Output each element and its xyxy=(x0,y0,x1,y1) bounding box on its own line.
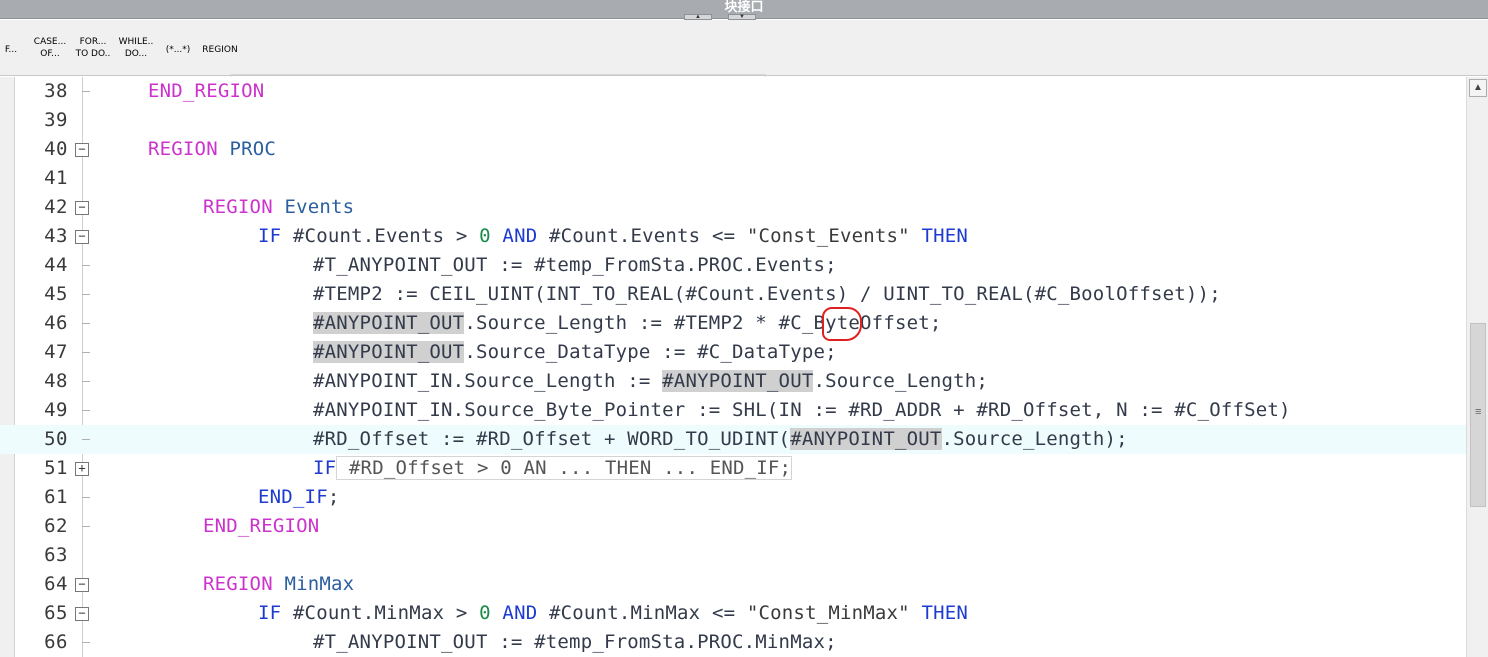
line-number: 65 xyxy=(44,602,68,624)
toolbar-button-comment[interactable]: (*...*) xyxy=(160,44,196,74)
code-line[interactable]: 66 #T_ANYPOINT_OUT := #temp_FromSta.PROC… xyxy=(0,628,1466,657)
code-editor[interactable]: 38 END_REGION 39 40 − REGION PROC 41 42 … xyxy=(0,77,1488,657)
code-text[interactable]: #TEMP2 := CEIL_UINT(INT_TO_REAL(#Count.E… xyxy=(313,283,1221,305)
line-number: 50 xyxy=(44,428,68,450)
code-line[interactable]: 47 #ANYPOINT_OUT.Source_DataType := #C_D… xyxy=(0,338,1466,367)
code-text[interactable]: IF #Count.MinMax > 0 AND #Count.MinMax <… xyxy=(258,602,968,624)
code-line[interactable]: 42 − REGION Events xyxy=(0,193,1466,222)
code-line[interactable]: 41 xyxy=(0,164,1466,193)
toolbar-button-label: REGION xyxy=(202,45,238,55)
toolbar-button-label: WHILE.. xyxy=(118,37,154,47)
code-line[interactable]: 44 #T_ANYPOINT_OUT := #temp_FromSta.PROC… xyxy=(0,251,1466,280)
code-text[interactable]: REGION MinMax xyxy=(203,573,354,595)
fold-tick xyxy=(82,642,90,643)
code-line[interactable]: 40 − REGION PROC xyxy=(0,135,1466,164)
collapsed-block[interactable]: #RD_Offset > 0 AN ... THEN ... END_IF; xyxy=(336,456,793,480)
code-line[interactable]: 65 − IF #Count.MinMax > 0 AND #Count.Min… xyxy=(0,599,1466,628)
code-line[interactable]: 43 − IF #Count.Events > 0 AND #Count.Eve… xyxy=(0,222,1466,251)
fold-tick xyxy=(82,323,90,324)
fold-tick xyxy=(82,91,90,92)
fold-tick xyxy=(82,265,90,266)
vertical-scrollbar[interactable]: ▲ ≡ xyxy=(1466,77,1488,657)
line-number: 42 xyxy=(44,196,68,218)
line-number: 62 xyxy=(44,515,68,537)
toolbar-button-case-of[interactable]: CASE... OF... xyxy=(30,36,70,66)
code-line[interactable]: 62 END_REGION xyxy=(0,512,1466,541)
window-titlebar: 块接口 ▲ ▼ xyxy=(0,0,1488,20)
code-line[interactable]: 51 + IF #RD_Offset > 0 AN ... THEN ... E… xyxy=(0,454,1466,483)
line-number: 44 xyxy=(44,254,68,276)
line-number: 40 xyxy=(44,138,68,160)
toolbar-button-label: FOR... xyxy=(79,37,107,47)
code-text[interactable]: #T_ANYPOINT_OUT := #temp_FromSta.PROC.Mi… xyxy=(313,631,837,653)
code-text[interactable]: #ANYPOINT_IN.Source_Byte_Pointer := SHL(… xyxy=(313,399,1291,421)
minus-box-icon[interactable]: − xyxy=(75,143,89,157)
code-text[interactable]: REGION PROC xyxy=(148,138,276,160)
code-text[interactable]: IF #RD_Offset > 0 AN ... THEN ... END_IF… xyxy=(313,456,793,480)
code-text[interactable]: END_REGION xyxy=(203,515,319,537)
code-text[interactable]: END_IF; xyxy=(258,486,339,508)
chevron-up-icon[interactable]: ▲ xyxy=(1469,79,1487,97)
line-number: 63 xyxy=(44,544,68,566)
toolbar-button-f[interactable]: F... xyxy=(0,44,22,74)
toolbar-button-label: OF... xyxy=(40,49,60,59)
toolbar-button-label: CASE... xyxy=(33,37,67,47)
code-line[interactable]: 39 xyxy=(0,106,1466,135)
code-line[interactable]: 45 #TEMP2 := CEIL_UINT(INT_TO_REAL(#Coun… xyxy=(0,280,1466,309)
line-number: 66 xyxy=(44,631,68,653)
code-line-current[interactable]: 50 #RD_Offset := #RD_Offset + WORD_TO_UD… xyxy=(0,425,1466,454)
code-line[interactable]: 38 END_REGION xyxy=(0,77,1466,106)
minus-box-icon[interactable]: − xyxy=(75,230,89,244)
code-line[interactable]: 64 − REGION MinMax xyxy=(0,570,1466,599)
fold-tick xyxy=(82,526,90,527)
grip-icon: ≡ xyxy=(1475,406,1482,418)
fold-tick xyxy=(82,410,90,411)
line-number: 38 xyxy=(44,80,68,102)
code-line[interactable]: 63 xyxy=(0,541,1466,570)
line-number: 48 xyxy=(44,370,68,392)
line-number: 47 xyxy=(44,341,68,363)
line-number: 46 xyxy=(44,312,68,334)
code-text[interactable]: #RD_Offset := #RD_Offset + WORD_TO_UDINT… xyxy=(313,428,1128,450)
scrollbar-thumb[interactable]: ≡ xyxy=(1470,323,1486,507)
toolbar-button-label: DO... xyxy=(124,49,148,59)
code-text[interactable]: #ANYPOINT_OUT.Source_Length := #TEMP2 * … xyxy=(313,312,942,334)
fold-tick xyxy=(82,381,90,382)
fold-tick xyxy=(82,497,90,498)
line-number: 61 xyxy=(44,486,68,508)
fold-tick xyxy=(82,294,90,295)
instruction-toolbar: F... CASE... OF... FOR... TO DO.. WHILE.… xyxy=(0,20,1488,76)
line-number: 51 xyxy=(44,457,68,479)
code-text[interactable]: REGION Events xyxy=(203,196,354,218)
toolbar-button-label: (*...*) xyxy=(165,45,191,55)
code-line[interactable]: 61 END_IF; xyxy=(0,483,1466,512)
plus-box-icon[interactable]: + xyxy=(75,462,89,476)
window-title: 块接口 xyxy=(724,0,764,15)
minus-box-icon[interactable]: − xyxy=(75,607,89,621)
line-number: 43 xyxy=(44,225,68,247)
minus-box-icon[interactable]: − xyxy=(75,578,89,592)
line-number: 49 xyxy=(44,399,68,421)
code-line[interactable]: 46 #ANYPOINT_OUT.Source_Length := #TEMP2… xyxy=(0,309,1466,338)
toolbar-button-for-to-do[interactable]: FOR... TO DO.. xyxy=(72,36,114,66)
line-number: 45 xyxy=(44,283,68,305)
fold-tick xyxy=(82,439,90,440)
line-number: 39 xyxy=(44,109,68,131)
code-text[interactable]: #T_ANYPOINT_OUT := #temp_FromSta.PROC.Ev… xyxy=(313,254,837,276)
minus-box-icon[interactable]: − xyxy=(75,201,89,215)
code-text[interactable]: #ANYPOINT_IN.Source_Length := #ANYPOINT_… xyxy=(313,370,988,392)
code-line[interactable]: 49 #ANYPOINT_IN.Source_Byte_Pointer := S… xyxy=(0,396,1466,425)
line-number: 64 xyxy=(44,573,68,595)
toolbar-button-label: TO DO.. xyxy=(75,49,111,59)
code-line[interactable]: 48 #ANYPOINT_IN.Source_Length := #ANYPOI… xyxy=(0,367,1466,396)
toolbar-button-while-do[interactable]: WHILE.. DO... xyxy=(115,36,157,66)
line-number: 41 xyxy=(44,167,68,189)
code-text[interactable]: END_REGION xyxy=(148,80,264,102)
toolbar-button-region[interactable]: REGION xyxy=(199,44,241,74)
toolbar-button-label: F... xyxy=(4,45,18,55)
fold-tick xyxy=(82,352,90,353)
code-text[interactable]: IF #Count.Events > 0 AND #Count.Events <… xyxy=(258,225,968,247)
code-text[interactable]: #ANYPOINT_OUT.Source_DataType := #C_Data… xyxy=(313,341,837,363)
